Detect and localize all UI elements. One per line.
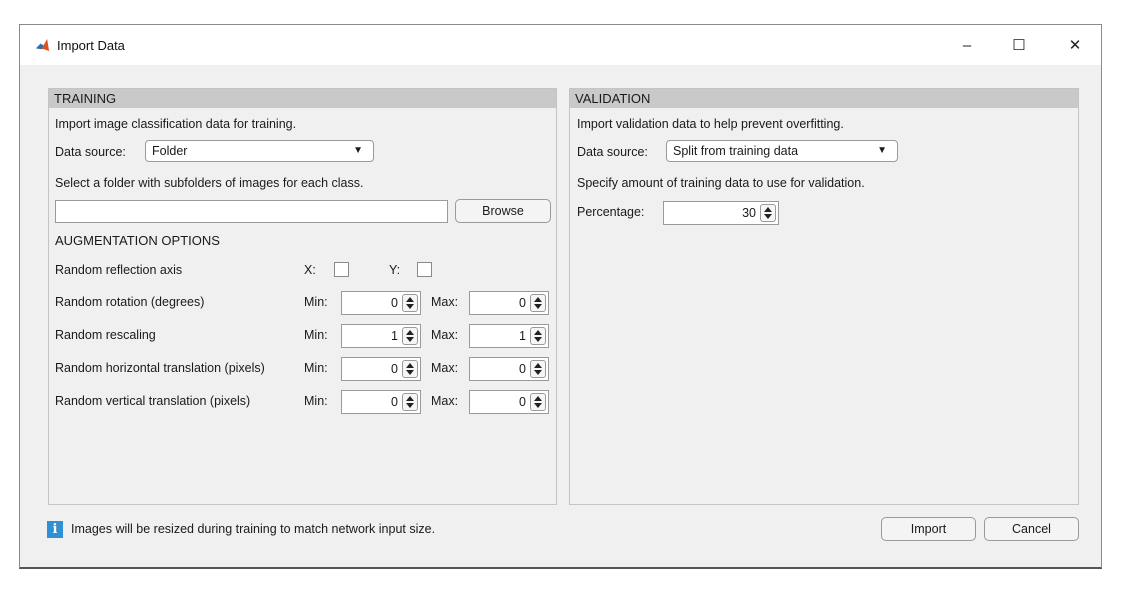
close-icon: ✕ (1068, 37, 1082, 54)
training-panel: TRAINING Import image classification dat… (48, 88, 557, 505)
dropdown-arrow-icon: ▼ (877, 145, 887, 156)
rescaling-min-label: Min: (304, 328, 328, 342)
rescaling-max-spinner[interactable]: 1 (469, 324, 549, 348)
spinner-arrows-icon[interactable] (402, 360, 418, 378)
vertical-max-spinner[interactable]: 0 (469, 390, 549, 414)
folder-instruction: Select a folder with subfolders of image… (55, 176, 364, 190)
reflection-y-label: Y: (389, 263, 401, 277)
spinner-arrows-icon[interactable] (530, 360, 546, 378)
dropdown-arrow-icon: ▼ (353, 145, 363, 156)
training-data-source-dropdown[interactable]: Folder ▼ (145, 140, 374, 162)
info-icon: i (47, 521, 63, 538)
amount-instruction: Specify amount of training data to use f… (577, 176, 865, 190)
augmentation-header: AUGMENTATION OPTIONS (55, 233, 220, 248)
vertical-max-label: Max: (431, 394, 459, 408)
spinner-arrows-icon[interactable] (530, 393, 546, 411)
folder-path-input[interactable] (55, 200, 448, 223)
maximize-button[interactable]: ☐ (996, 25, 1042, 65)
validation-data-source-dropdown[interactable]: Split from training data ▼ (666, 140, 898, 162)
vertical-min-label: Min: (304, 394, 328, 408)
matlab-logo-icon (35, 38, 50, 53)
reflection-y-checkbox[interactable] (417, 262, 432, 277)
validation-data-source-label: Data source: (577, 145, 648, 159)
horizontal-max-label: Max: (431, 361, 459, 375)
validation-intro: Import validation data to help prevent o… (577, 117, 844, 131)
rotation-max-label: Max: (431, 295, 459, 309)
training-data-source-value: Folder (152, 144, 188, 158)
rescaling-min-spinner[interactable]: 1 (341, 324, 421, 348)
minimize-button[interactable]: – (944, 25, 990, 65)
rotation-min-label: Min: (304, 295, 328, 309)
rotation-label: Random rotation (degrees) (55, 295, 205, 309)
training-data-source-label: Data source: (55, 145, 126, 159)
import-data-dialog: Import Data – ☐ ✕ TRAINING Import image … (19, 24, 1102, 569)
cancel-button[interactable]: Cancel (984, 517, 1079, 541)
vertical-min-spinner[interactable]: 0 (341, 390, 421, 414)
horizontal-translation-label: Random horizontal translation (pixels) (55, 361, 265, 375)
window-title: Import Data (57, 38, 125, 53)
rescaling-label: Random rescaling (55, 328, 156, 342)
reflection-x-label: X: (304, 263, 316, 277)
spinner-arrows-icon[interactable] (402, 327, 418, 345)
training-header: TRAINING (49, 89, 556, 108)
rotation-min-spinner[interactable]: 0 (341, 291, 421, 315)
reflection-label: Random reflection axis (55, 263, 183, 277)
percentage-spinner[interactable]: 30 (663, 201, 779, 225)
spinner-arrows-icon[interactable] (402, 393, 418, 411)
validation-data-source-value: Split from training data (673, 144, 799, 158)
horizontal-max-spinner[interactable]: 0 (469, 357, 549, 381)
spinner-arrows-icon[interactable] (530, 294, 546, 312)
horizontal-min-label: Min: (304, 361, 328, 375)
validation-panel: VALIDATION Import validation data to hel… (569, 88, 1079, 505)
spinner-arrows-icon[interactable] (760, 204, 776, 222)
maximize-icon: ☐ (1012, 37, 1026, 54)
rescaling-max-label: Max: (431, 328, 459, 342)
rotation-max-spinner[interactable]: 0 (469, 291, 549, 315)
browse-button[interactable]: Browse (455, 199, 551, 223)
percentage-label: Percentage: (577, 205, 645, 219)
reflection-x-checkbox[interactable] (334, 262, 349, 277)
spinner-arrows-icon[interactable] (530, 327, 546, 345)
training-intro: Import image classification data for tra… (55, 117, 297, 131)
validation-header: VALIDATION (570, 89, 1078, 108)
vertical-translation-label: Random vertical translation (pixels) (55, 394, 251, 408)
spinner-arrows-icon[interactable] (402, 294, 418, 312)
close-button[interactable]: ✕ (1052, 25, 1098, 65)
import-button[interactable]: Import (881, 517, 976, 541)
horizontal-min-spinner[interactable]: 0 (341, 357, 421, 381)
title-bar[interactable]: Import Data – ☐ ✕ (20, 25, 1101, 65)
minimize-icon: – (962, 36, 972, 54)
info-text: Images will be resized during training t… (71, 522, 436, 536)
